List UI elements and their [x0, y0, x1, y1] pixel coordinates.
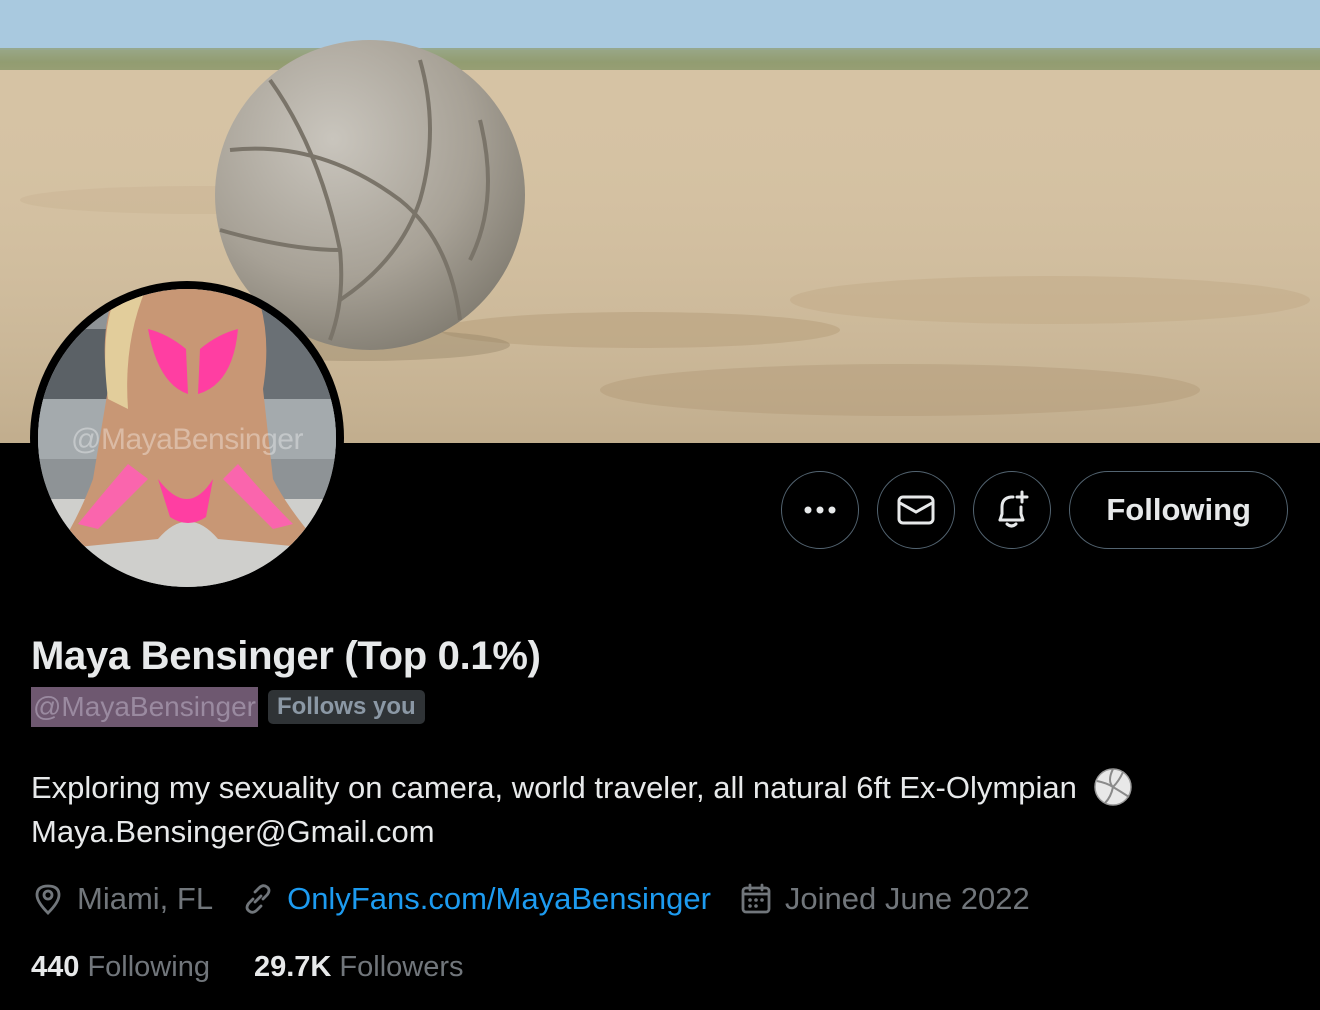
- more-horizontal-icon: [804, 506, 836, 514]
- location-pin-icon: [35, 884, 61, 915]
- profile-bio: Exploring my sexuality on camera, world …: [31, 766, 1133, 854]
- followers-count: 29.7K: [253, 951, 332, 983]
- bio-line-2: Maya.Bensinger@Gmail.com: [31, 814, 435, 849]
- location-item: Miami, FL: [31, 881, 213, 917]
- followers-label: Followers: [339, 951, 464, 983]
- profile-actions: Following: [781, 471, 1288, 549]
- bio-line-1: Exploring my sexuality on camera, world …: [31, 770, 1077, 805]
- joined-item: Joined June 2022: [739, 881, 1030, 917]
- display-name: Maya Bensinger (Top 0.1%): [31, 634, 541, 678]
- message-button[interactable]: [877, 471, 956, 549]
- link-icon: [245, 884, 271, 914]
- user-handle: @MayaBensinger: [31, 687, 258, 727]
- website-link[interactable]: OnlyFans.com/MayaBensinger: [287, 881, 711, 917]
- followers-stat[interactable]: 29.7K Followers: [254, 951, 464, 984]
- following-button[interactable]: Following: [1069, 471, 1288, 549]
- follows-you-badge: Follows you: [267, 690, 425, 724]
- location-text: Miami, FL: [77, 881, 214, 916]
- more-button[interactable]: [781, 471, 860, 549]
- following-count: 440: [31, 951, 80, 983]
- profile-avatar[interactable]: @MayaBensinger: [30, 281, 344, 595]
- calendar-icon: [741, 883, 771, 914]
- envelope-icon: [897, 495, 935, 525]
- following-stat[interactable]: 440 Following: [31, 951, 210, 984]
- joined-text: Joined June 2022: [784, 881, 1030, 916]
- profile-meta: Miami, FL OnlyFans.com/MayaBensinger Joi…: [31, 881, 1058, 917]
- avatar-watermark: @MayaBensinger: [71, 423, 303, 456]
- following-label: Following: [87, 951, 210, 983]
- volleyball-icon: [1094, 768, 1133, 806]
- website-item: OnlyFans.com/MayaBensinger: [241, 881, 711, 917]
- bell-plus-icon: [998, 490, 1029, 528]
- notifications-button[interactable]: [973, 471, 1052, 549]
- profile-stats: 440 Following 29.7K Followers: [31, 951, 508, 984]
- handle-row: @MayaBensinger Follows you: [31, 687, 425, 727]
